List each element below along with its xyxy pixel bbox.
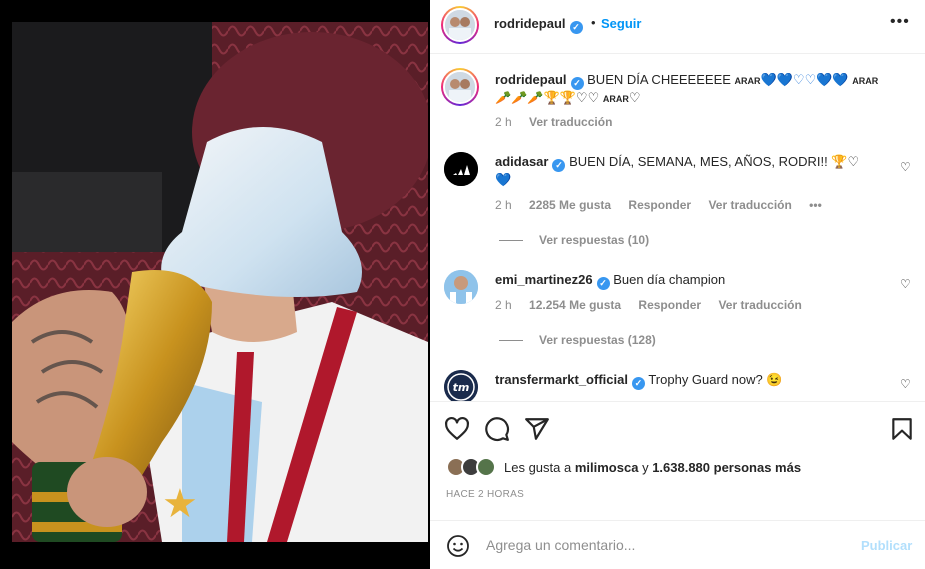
caption-heart: ♡ (628, 90, 641, 105)
comment-like-heart-icon[interactable]: ♡ (900, 377, 911, 391)
comment-body: Buen día champion (613, 272, 726, 287)
comment-avatar-emi[interactable] (444, 270, 478, 304)
post-photo[interactable]: ★ (12, 22, 428, 542)
author-name[interactable]: rodridepaul (494, 16, 566, 31)
adidas-logo-icon (444, 152, 478, 186)
comment-avatar-transfermarkt[interactable]: tm (444, 370, 478, 401)
likes-summary: Les gusta a milimosca y 1.638.880 person… (504, 460, 801, 475)
caption-avatar[interactable] (441, 68, 479, 106)
comment-text: emi_martinez26 ✓ Buen día champion (495, 271, 885, 290)
heart-icon[interactable] (444, 416, 470, 442)
comment-like-heart-icon[interactable]: ♡ (900, 277, 911, 291)
verified-icon: ✓ (631, 377, 645, 390)
comment-text: transfermarkt_official ✓ Trophy Guard now… (495, 371, 885, 390)
likes-user[interactable]: milimosca (575, 460, 639, 475)
comment-like-heart-icon[interactable]: ♡ (900, 160, 911, 174)
avatar-image (444, 270, 478, 304)
likes-count[interactable]: 1.638.880 personas más (652, 460, 801, 475)
caption-word: ARAR (734, 76, 761, 86)
avatar-image (445, 10, 475, 40)
view-replies-button[interactable]: Ver respuestas (128) (499, 333, 656, 347)
post-timestamp[interactable]: HACE 2 HORAS (446, 489, 524, 500)
likes-conj: y (642, 460, 649, 475)
comment-avatar-adidas[interactable] (444, 152, 478, 186)
comment-bar: Publicar (430, 520, 925, 569)
avatar-image (445, 72, 475, 102)
comment-options-icon[interactable]: ••• (809, 198, 822, 212)
reply-button[interactable]: Responder (638, 298, 701, 312)
caption-body: BUEN DÍA CHEEEEEEE (587, 72, 731, 87)
comment-time[interactable]: 2 h (495, 298, 512, 312)
transfermarkt-logo-icon: tm (444, 370, 478, 401)
comment-meta: 2 h 12.254 Me gusta Responder Ver traduc… (495, 298, 816, 312)
comment-username[interactable]: transfermarkt_official (495, 372, 628, 387)
caption-word: ARAR (602, 94, 629, 104)
comment-text-line2: 💙 (495, 172, 512, 187)
replies-line (499, 240, 523, 242)
emoji-icon[interactable] (446, 534, 470, 558)
comment-username[interactable]: emi_martinez26 (495, 272, 593, 287)
caption-meta: 2 h Ver traducción (495, 115, 626, 129)
svg-text:★: ★ (162, 481, 198, 527)
caption-word: ARAR (852, 76, 879, 86)
comment-meta: 2 h 2285 Me gusta Responder Ver traducci… (495, 198, 836, 212)
verified-icon: ✓ (569, 21, 583, 34)
replies-line (499, 340, 523, 342)
post-panel: rodridepaul ✓ • Seguir ••• rodridepaul ✓ B… (430, 0, 925, 569)
view-replies-button[interactable]: Ver respuestas (10) (499, 233, 649, 247)
caption-emojis: 💙💙♡♡💙💙 (760, 72, 849, 87)
comment-likes[interactable]: 2285 Me gusta (529, 198, 611, 212)
more-icon[interactable]: ••• (890, 13, 910, 31)
translate-button[interactable]: Ver traducción (718, 298, 801, 312)
comment-time[interactable]: 2 h (495, 198, 512, 212)
caption-line2: 🥕🥕🥕🏆🏆♡♡ ARAR♡ (495, 89, 905, 108)
post-media: ★ (0, 0, 430, 569)
translate-button[interactable]: Ver traducción (708, 198, 791, 212)
post-header: rodridepaul ✓ • Seguir ••• (430, 0, 925, 54)
comment-likes[interactable]: 12.254 Me gusta (529, 298, 621, 312)
liker-avatar (476, 457, 496, 477)
comments-list: rodridepaul ✓ BUEN DÍA CHEEEEEEE ARAR💙💙♡♡… (430, 55, 925, 401)
comment-body: BUEN DÍA, SEMANA, MES, AÑOS, RODRI!! 🏆♡ (569, 154, 860, 169)
author-avatar[interactable] (441, 6, 479, 44)
bookmark-icon[interactable] (889, 416, 915, 442)
caption-username[interactable]: rodridepaul (495, 72, 567, 87)
comment-icon[interactable] (484, 416, 510, 442)
reply-button[interactable]: Responder (628, 198, 691, 212)
publish-button[interactable]: Publicar (861, 538, 912, 553)
verified-icon: ✓ (552, 159, 566, 172)
comment-text: adidasar ✓ BUEN DÍA, SEMANA, MES, AÑOS, R… (495, 153, 885, 172)
likes-prefix: Les gusta a (504, 460, 572, 475)
photo-illustration: ★ (12, 22, 428, 542)
caption-time[interactable]: 2 h (495, 115, 512, 129)
author-username[interactable]: rodridepaul ✓ (494, 16, 583, 34)
svg-text:tm: tm (453, 381, 470, 394)
separator-dot: • (591, 15, 596, 30)
verified-icon: ✓ (596, 277, 610, 290)
caption-text: rodridepaul ✓ BUEN DÍA CHEEEEEEE ARAR💙💙♡♡… (495, 71, 905, 90)
follow-button[interactable]: Seguir (601, 16, 641, 31)
view-replies-label: Ver respuestas (128) (539, 333, 656, 347)
comment-username[interactable]: adidasar (495, 154, 548, 169)
comment-body: Trophy Guard now? 😉 (648, 372, 783, 387)
share-icon[interactable] (524, 416, 550, 442)
view-replies-label: Ver respuestas (10) (539, 233, 650, 247)
caption-translate[interactable]: Ver traducción (529, 115, 612, 129)
comment-input[interactable] (486, 534, 846, 556)
caption-emojis-2: 🥕🥕🥕🏆🏆♡♡ (495, 90, 600, 105)
